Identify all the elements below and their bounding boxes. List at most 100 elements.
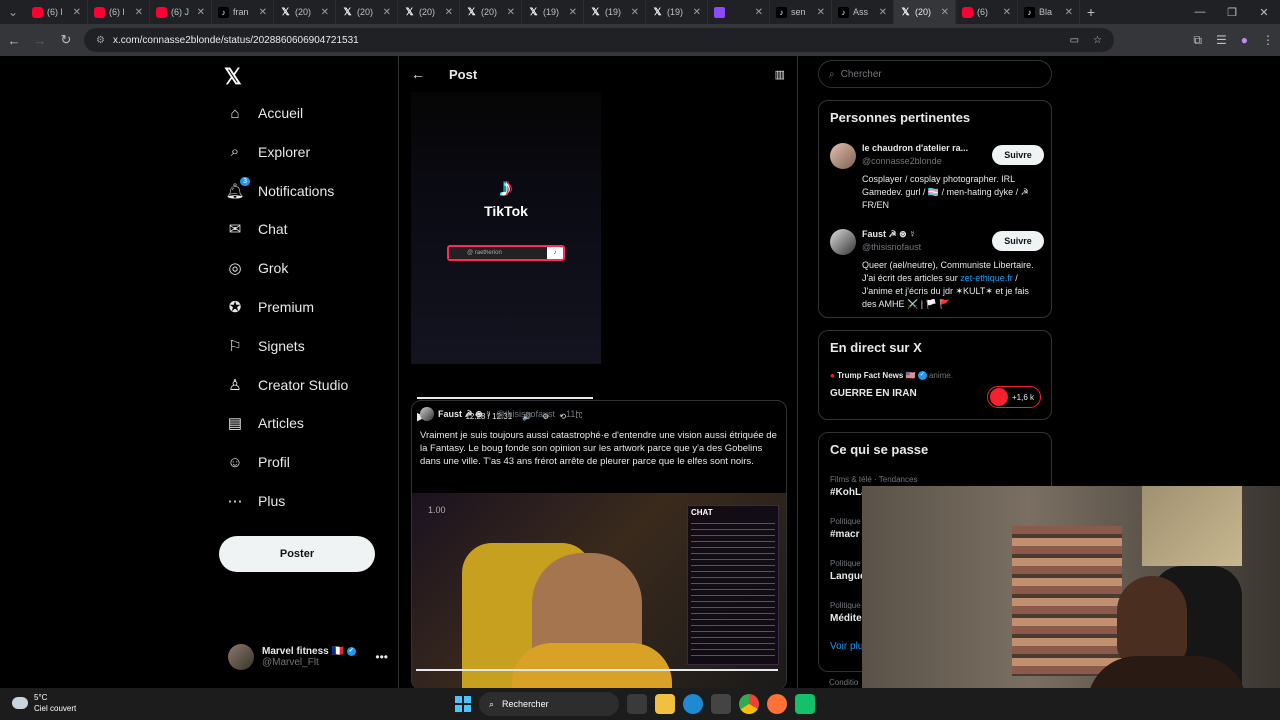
chrome-icon[interactable] bbox=[739, 694, 759, 714]
quoted-video-player[interactable]: 1.00 CHAT bbox=[412, 493, 786, 688]
browser-tab[interactable]: 𝕏 (20) ✕ bbox=[336, 0, 398, 24]
reader-mode-icon[interactable]: ▥ bbox=[775, 68, 785, 81]
tab-close-icon[interactable]: ✕ bbox=[755, 7, 763, 18]
browser-tab[interactable]: (6) l ✕ bbox=[26, 0, 88, 24]
tab-close-icon[interactable]: ✕ bbox=[445, 7, 453, 18]
nav-item-accueil[interactable]: ⌂ Accueil bbox=[226, 104, 303, 122]
browser-tab[interactable]: 𝕏 (19) ✕ bbox=[584, 0, 646, 24]
url-field[interactable]: ⚙ x.com/connasse2blonde/status/202886060… bbox=[84, 28, 1114, 52]
extensions-icon[interactable]: ⧉ bbox=[1193, 33, 1202, 48]
tab-close-icon[interactable]: ✕ bbox=[569, 7, 577, 18]
tab-close-icon[interactable]: ✕ bbox=[1065, 7, 1073, 18]
browser-tab[interactable]: (6) ✕ bbox=[956, 0, 1018, 24]
nav-item-plus[interactable]: ⋯ Plus bbox=[226, 492, 286, 510]
tab-search-icon[interactable]: ⌄ bbox=[0, 0, 26, 24]
edge-icon[interactable] bbox=[683, 694, 703, 714]
store-icon[interactable] bbox=[711, 694, 731, 714]
url-text: x.com/connasse2blonde/status/20288606069… bbox=[112, 34, 359, 46]
browser-tab[interactable]: ✕ bbox=[708, 0, 770, 24]
maximize-icon[interactable]: ❐ bbox=[1216, 6, 1248, 19]
more-dots-icon[interactable]: ••• bbox=[375, 650, 388, 664]
follow-button[interactable]: Suivre bbox=[992, 145, 1044, 165]
app-icon[interactable] bbox=[795, 694, 815, 714]
tab-close-icon[interactable]: ✕ bbox=[817, 7, 825, 18]
browser-tab[interactable]: 𝕏 (20) ✕ bbox=[460, 0, 522, 24]
minimize-icon[interactable]: — bbox=[1184, 6, 1216, 19]
browser-tab[interactable]: 𝕏 (20) ✕ bbox=[398, 0, 460, 24]
x-favicon-icon: 𝕏 bbox=[591, 6, 600, 18]
browser-tab[interactable]: (6) J ✕ bbox=[150, 0, 212, 24]
tab-close-icon[interactable]: ✕ bbox=[507, 7, 515, 18]
bookmark-star-icon[interactable]: ☆ bbox=[1093, 35, 1102, 46]
quoted-author-name: Faust ☭ ⊛ ☿ bbox=[438, 408, 492, 419]
profile-avatar-icon[interactable]: ● bbox=[1241, 33, 1248, 48]
cast-icon[interactable]: ▭ bbox=[1070, 35, 1079, 46]
browser-tab[interactable]: ♪ Ass ✕ bbox=[832, 0, 894, 24]
tiktok-video-player[interactable]: ♪ TikTok @ raetherion ♪ ▶ 12:28 / 12:31 … bbox=[411, 92, 601, 423]
youtube-favicon-icon bbox=[32, 6, 43, 18]
post-button[interactable]: Poster bbox=[219, 536, 375, 572]
browser-tab[interactable]: 𝕏 (19) ✕ bbox=[522, 0, 584, 24]
taskbar-search[interactable]: ⌕ Rechercher bbox=[479, 692, 619, 716]
browser-tab[interactable]: 𝕏 (19) ✕ bbox=[646, 0, 708, 24]
search-placeholder: Chercher bbox=[840, 68, 882, 80]
nav-item-profil[interactable]: ☺ Profil bbox=[226, 453, 290, 471]
site-info-icon[interactable]: ⚙ bbox=[96, 35, 105, 46]
trend-name[interactable]: #macr bbox=[830, 529, 859, 540]
file-explorer-icon[interactable] bbox=[655, 694, 675, 714]
nav-item-explorer[interactable]: ⌕ Explorer bbox=[226, 143, 310, 161]
tab-close-icon[interactable]: ✕ bbox=[941, 7, 949, 18]
tab-close-icon[interactable]: ✕ bbox=[321, 7, 329, 18]
tab-close-icon[interactable]: ✕ bbox=[197, 7, 205, 18]
live-card[interactable]: En direct sur X ● Trump Fact News 🇺🇸 ✓ a… bbox=[818, 330, 1052, 420]
nav-item-chat[interactable]: ✉ Chat bbox=[226, 220, 288, 238]
reload-icon[interactable]: ↻ bbox=[58, 32, 74, 48]
nav-item-signets[interactable]: ⚐ Signets bbox=[226, 337, 304, 355]
bio-link[interactable]: zet-ethique.fr bbox=[960, 273, 1013, 283]
tab-close-icon[interactable]: ✕ bbox=[1003, 7, 1011, 18]
tab-close-icon[interactable]: ✕ bbox=[693, 7, 701, 18]
back-icon[interactable]: ← bbox=[6, 33, 22, 48]
new-tab-button[interactable]: + bbox=[1080, 4, 1102, 20]
task-view-icon[interactable] bbox=[627, 694, 647, 714]
quoted-post[interactable]: Faust ☭ ⊛ ☿ @thisisnofaust · 11h Vraimen… bbox=[411, 400, 787, 688]
browser-tab[interactable]: 𝕏 (20) ✕ bbox=[274, 0, 336, 24]
forward-icon[interactable]: → bbox=[32, 33, 48, 48]
tab-close-icon[interactable]: ✕ bbox=[631, 7, 639, 18]
media-icon[interactable]: ☰ bbox=[1216, 33, 1227, 48]
nav-item-notifications[interactable]: 🔔︎ 3 Notifications bbox=[225, 176, 334, 200]
tab-close-icon[interactable]: ✕ bbox=[135, 7, 143, 18]
footer-links[interactable]: Conditio bbox=[829, 678, 858, 687]
account-switcher[interactable]: Marvel fitness 🇫🇷 ✓ @Marvel_Flt ••• bbox=[228, 644, 388, 670]
browser-tab[interactable]: ♪ Bla ✕ bbox=[1018, 0, 1080, 24]
windows-start-icon[interactable] bbox=[455, 696, 471, 712]
nav-item-articles[interactable]: ▤ Articles bbox=[226, 414, 304, 432]
tab-close-icon[interactable]: ✕ bbox=[73, 7, 81, 18]
close-window-icon[interactable]: ✕ bbox=[1248, 6, 1280, 19]
browser-tab[interactable]: 𝕏 (20) ✕ bbox=[894, 0, 956, 24]
tab-close-icon[interactable]: ✕ bbox=[383, 7, 391, 18]
search-input[interactable]: ⌕ Chercher bbox=[818, 60, 1052, 88]
back-arrow-icon[interactable]: ← bbox=[411, 66, 425, 82]
nav-item-grok[interactable]: ◎ Grok bbox=[226, 259, 288, 277]
weather-widget[interactable]: 5°C Ciel couvert bbox=[12, 692, 76, 714]
trend-name[interactable]: Langue bbox=[830, 571, 866, 582]
trend-name[interactable]: Médite bbox=[830, 613, 862, 624]
nav-item-premium[interactable]: ✪ Premium bbox=[226, 298, 314, 316]
video-progress-bar[interactable] bbox=[416, 669, 778, 671]
live-listeners-pill[interactable]: +1,6 k bbox=[986, 386, 1041, 408]
browser-tab[interactable]: (6) l ✕ bbox=[88, 0, 150, 24]
nav-item-creator-studio[interactable]: ♙ Creator Studio bbox=[226, 376, 348, 394]
browser-menu-icon[interactable]: ⋮ bbox=[1262, 33, 1274, 48]
tab-close-icon[interactable]: ✕ bbox=[259, 7, 267, 18]
video-progress-bar[interactable] bbox=[417, 397, 594, 399]
x-logo[interactable]: 𝕏 bbox=[224, 64, 242, 90]
tiktok-favicon-icon: ♪ bbox=[1024, 6, 1035, 18]
browser-tab[interactable]: ♪ fran ✕ bbox=[212, 0, 274, 24]
follow-button[interactable]: Suivre bbox=[992, 231, 1044, 251]
browser-tab[interactable]: ♪ sen ✕ bbox=[770, 0, 832, 24]
firefox-icon[interactable] bbox=[767, 694, 787, 714]
see-more-link[interactable]: Voir plu bbox=[830, 641, 863, 652]
trend-context: Films & télé · Tendances bbox=[830, 475, 918, 484]
tab-close-icon[interactable]: ✕ bbox=[879, 7, 887, 18]
